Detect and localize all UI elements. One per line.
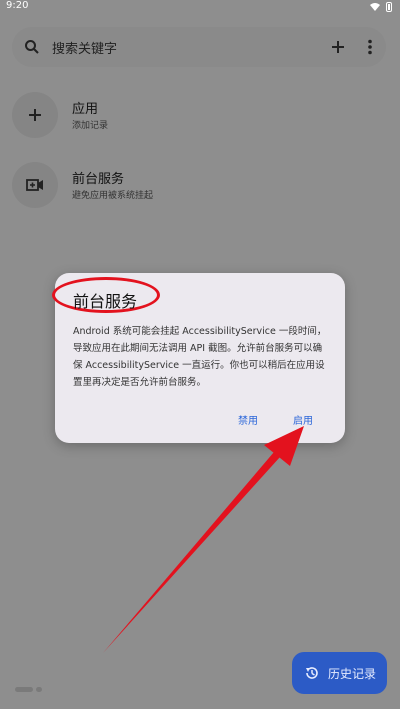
- history-icon: [306, 667, 318, 679]
- history-button-label: 历史记录: [328, 667, 377, 681]
- nav-dot: [36, 687, 42, 692]
- nav-handle: [15, 687, 33, 692]
- history-button[interactable]: 历史记录: [292, 652, 387, 694]
- annotation-arrow: [103, 426, 304, 653]
